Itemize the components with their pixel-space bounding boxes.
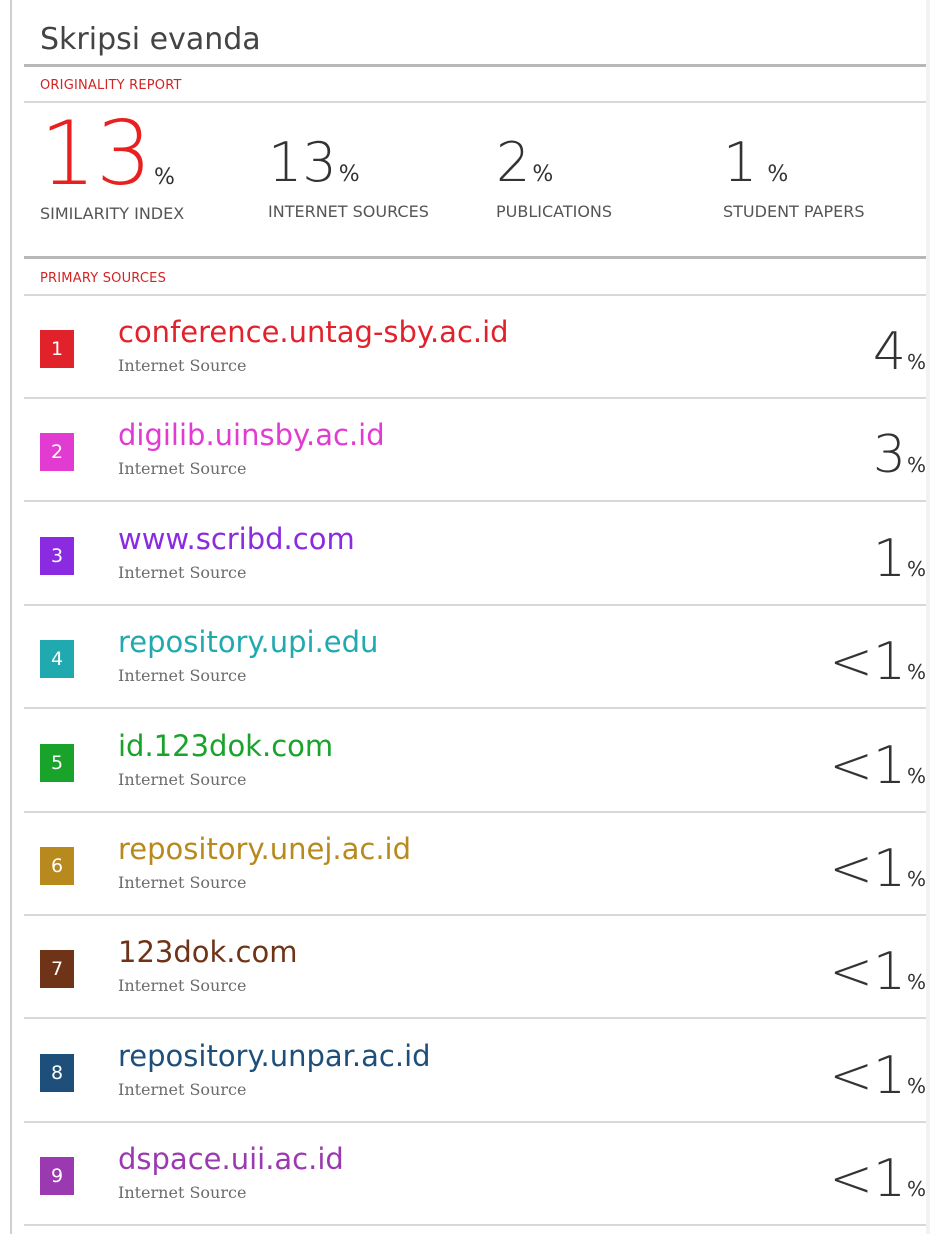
- originality-divider: [24, 101, 926, 103]
- source-row[interactable]: 7 123dok.com Internet Source <1%: [24, 916, 926, 1020]
- source-percent-number: <1: [829, 632, 906, 693]
- source-match-percent: 1%: [873, 533, 926, 585]
- source-percent-number: <1: [829, 735, 906, 796]
- source-type-label: Internet Source: [118, 1183, 247, 1203]
- source-rank-badge: 6: [40, 847, 74, 885]
- source-name-link[interactable]: repository.unpar.ac.id: [118, 1038, 431, 1074]
- source-percent-number: <1: [829, 839, 906, 899]
- student-papers-stat: 1% STUDENT PAPERS: [723, 136, 865, 222]
- source-type-label: Internet Source: [118, 873, 247, 892]
- title-divider: [24, 64, 926, 67]
- source-rank-badge: 1: [40, 330, 74, 368]
- right-border: [926, 0, 930, 1234]
- similarity-index-stat: 13% SIMILARITY INDEX: [40, 110, 185, 224]
- publications-number: 2: [496, 131, 531, 194]
- source-match-percent: 4%: [873, 326, 926, 378]
- source-match-percent: <1%: [829, 740, 926, 792]
- publications-label: PUBLICATIONS: [496, 202, 613, 221]
- source-percent-number: <1: [829, 1045, 906, 1106]
- source-match-percent: <1%: [829, 843, 926, 895]
- source-percent-unit: %: [906, 350, 926, 374]
- internet-sources-label: INTERNET SOURCES: [268, 202, 429, 221]
- source-percent-number: 1: [872, 528, 906, 589]
- source-percent-unit: %: [906, 763, 926, 788]
- source-name-link[interactable]: www.scribd.com: [118, 521, 355, 557]
- source-name-link[interactable]: 123dok.com: [118, 934, 297, 970]
- source-row[interactable]: 2 digilib.uinsby.ac.id Internet Source 3%: [24, 399, 926, 503]
- internet-sources-stat: 13% INTERNET SOURCES: [268, 136, 429, 222]
- source-row[interactable]: 3 www.scribd.com Internet Source 1%: [24, 503, 926, 606]
- source-match-percent: <1%: [829, 636, 926, 688]
- source-rank-badge: 8: [40, 1053, 74, 1092]
- source-percent-number: 4: [872, 322, 906, 382]
- source-type-label: Internet Source: [118, 976, 247, 996]
- student-papers-label: STUDENT PAPERS: [723, 202, 865, 221]
- source-rank-badge: 3: [40, 536, 74, 575]
- source-name-link[interactable]: repository.upi.edu: [118, 624, 378, 660]
- source-row[interactable]: 5 id.123dok.com Internet Source <1%: [24, 710, 926, 813]
- source-row[interactable]: 4 repository.upi.edu Internet Source <1%: [24, 606, 926, 710]
- source-row[interactable]: 1 conference.untag-sby.ac.id Internet Sour…: [24, 296, 926, 399]
- source-type-label: Internet Source: [118, 356, 247, 375]
- source-type-label: Internet Source: [118, 666, 247, 686]
- source-percent-unit: %: [906, 660, 926, 685]
- source-percent-number: <1: [829, 942, 906, 1003]
- similarity-index-number: 13: [40, 102, 152, 205]
- source-name-link[interactable]: conference.untag-sby.ac.id: [118, 314, 509, 350]
- source-match-percent: 3%: [873, 429, 926, 481]
- source-name-link[interactable]: id.123dok.com: [118, 728, 333, 764]
- internet-sources-value: 13%: [268, 136, 429, 190]
- source-percent-unit: %: [906, 1177, 926, 1202]
- publications-value: 2%: [496, 136, 612, 190]
- source-row[interactable]: 6 repository.unej.ac.id Internet Source <1%: [24, 813, 926, 916]
- stats-divider: [24, 256, 926, 259]
- similarity-index-unit: %: [153, 165, 175, 190]
- source-type-label: Internet Source: [118, 562, 247, 582]
- source-percent-unit: %: [906, 556, 926, 581]
- internet-sources-number: 13: [268, 131, 337, 194]
- student-papers-unit: %: [767, 162, 789, 187]
- source-type-label: Internet Source: [118, 769, 247, 789]
- source-row[interactable]: 8 repository.unpar.ac.id Internet Source <1…: [24, 1020, 926, 1123]
- source-percent-number: <1: [829, 1149, 906, 1210]
- publications-stat: 2% PUBLICATIONS: [496, 136, 613, 222]
- source-percent-unit: %: [906, 867, 926, 891]
- source-percent-unit: %: [906, 453, 926, 478]
- similarity-index-value: 13%: [40, 110, 184, 198]
- student-papers-number: 1: [723, 131, 758, 194]
- source-name-link[interactable]: digilib.uinsby.ac.id: [118, 417, 385, 453]
- source-type-label: Internet Source: [118, 459, 247, 479]
- source-name-link[interactable]: dspace.uii.ac.id: [118, 1141, 344, 1177]
- row-divider: [24, 1224, 926, 1227]
- publications-unit: %: [532, 162, 554, 187]
- source-match-percent: <1%: [829, 1050, 926, 1102]
- source-rank-badge: 4: [40, 640, 74, 679]
- originality-report-label: ORIGINALITY REPORT: [40, 78, 182, 93]
- source-name-link[interactable]: repository.unej.ac.id: [118, 831, 411, 867]
- internet-sources-unit: %: [338, 162, 360, 187]
- source-rank-badge: 9: [40, 1157, 74, 1196]
- source-percent-unit: %: [906, 1073, 926, 1098]
- source-rank-badge: 5: [40, 743, 74, 782]
- similarity-index-label: SIMILARITY INDEX: [40, 204, 185, 223]
- source-match-percent: <1%: [829, 946, 926, 998]
- source-match-percent: <1%: [829, 1153, 926, 1205]
- source-rank-badge: 7: [40, 950, 74, 989]
- source-percent-unit: %: [906, 970, 926, 995]
- left-border: [10, 0, 12, 1234]
- student-papers-value: 1%: [723, 136, 865, 190]
- source-percent-number: 3: [872, 425, 906, 486]
- source-row[interactable]: 9 dspace.uii.ac.id Internet Source <1%: [24, 1123, 926, 1227]
- source-rank-badge: 2: [40, 433, 74, 472]
- document-title: Skripsi evanda: [40, 22, 261, 57]
- primary-sources-label: PRIMARY SOURCES: [40, 271, 167, 286]
- source-type-label: Internet Source: [118, 1079, 247, 1099]
